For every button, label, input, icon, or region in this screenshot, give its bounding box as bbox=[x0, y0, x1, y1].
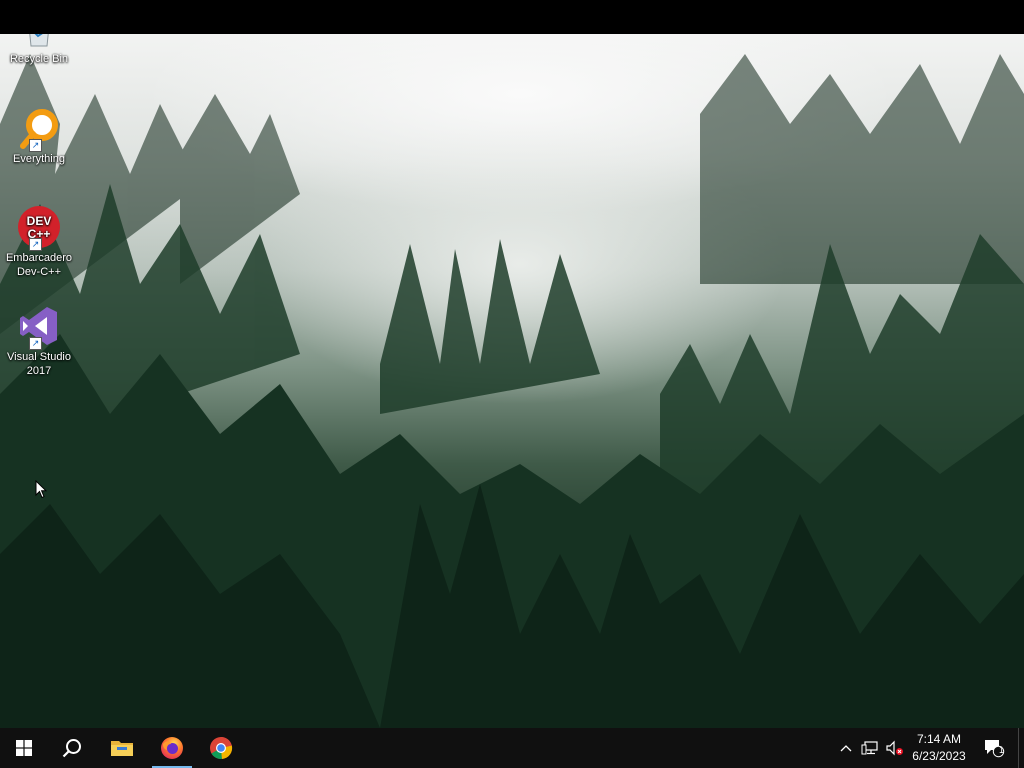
tray-volume-button[interactable] bbox=[884, 728, 906, 768]
notification-count: 1 bbox=[999, 745, 1005, 755]
shortcut-arrow-icon: ↗ bbox=[29, 337, 42, 350]
windows-start-icon bbox=[16, 740, 32, 756]
shortcut-arrow-icon: ↗ bbox=[29, 139, 42, 152]
taskbar-firefox[interactable] bbox=[148, 728, 196, 768]
svg-text:DEV: DEV bbox=[27, 214, 52, 228]
taskbar-file-explorer[interactable] bbox=[98, 728, 146, 768]
action-center-button[interactable]: 1 bbox=[978, 728, 1010, 768]
recycle-bin-icon bbox=[17, 34, 61, 50]
desktop-icon-label: Visual Studio 2017 bbox=[6, 351, 71, 377]
mouse-cursor-icon bbox=[35, 480, 47, 499]
taskbar-chrome[interactable] bbox=[197, 728, 245, 768]
network-icon bbox=[861, 741, 878, 755]
folder-icon bbox=[111, 741, 133, 756]
visual-studio-icon: ↗ bbox=[17, 304, 61, 350]
devcpp-icon: DEV C++ ↗ bbox=[17, 205, 61, 251]
search-button[interactable] bbox=[48, 728, 96, 768]
taskbar: 7:14 AM 6/23/2023 1 bbox=[0, 728, 1024, 768]
desktop-wallpaper[interactable]: Recycle Bin ↗ Everything DEV C++ ↗ Embar… bbox=[0, 34, 1024, 728]
tray-network-button[interactable] bbox=[859, 728, 881, 768]
firefox-icon bbox=[161, 737, 183, 759]
desktop-icon-label: Embarcadero Dev-C++ bbox=[5, 252, 73, 278]
clock-date: 6/23/2023 bbox=[912, 749, 966, 763]
shortcut-arrow-icon: ↗ bbox=[29, 238, 42, 251]
desktop-icon-label: Recycle Bin bbox=[9, 53, 69, 65]
desktop-icon-recycle-bin[interactable]: Recycle Bin bbox=[2, 34, 76, 66]
desktop-icon-devcpp[interactable]: DEV C++ ↗ Embarcadero Dev-C++ bbox=[2, 205, 76, 279]
everything-search-icon: ↗ bbox=[17, 106, 61, 152]
top-black-bar bbox=[0, 0, 1024, 34]
chevron-up-icon bbox=[840, 745, 852, 752]
desktop-icon-visual-studio[interactable]: ↗ Visual Studio 2017 bbox=[2, 304, 76, 378]
start-button[interactable] bbox=[0, 728, 48, 768]
chrome-icon bbox=[210, 736, 233, 760]
clock-time: 7:14 AM bbox=[916, 732, 962, 746]
taskbar-clock[interactable]: 7:14 AM 6/23/2023 bbox=[906, 731, 972, 765]
forest-wallpaper-trees bbox=[0, 54, 1024, 728]
show-desktop-button[interactable] bbox=[1018, 728, 1024, 768]
volume-muted-icon bbox=[886, 740, 903, 756]
desktop-icon-everything[interactable]: ↗ Everything bbox=[2, 106, 76, 166]
search-icon bbox=[62, 739, 81, 758]
tray-show-hidden-button[interactable] bbox=[836, 728, 856, 768]
desktop-icon-label: Everything bbox=[13, 153, 65, 165]
